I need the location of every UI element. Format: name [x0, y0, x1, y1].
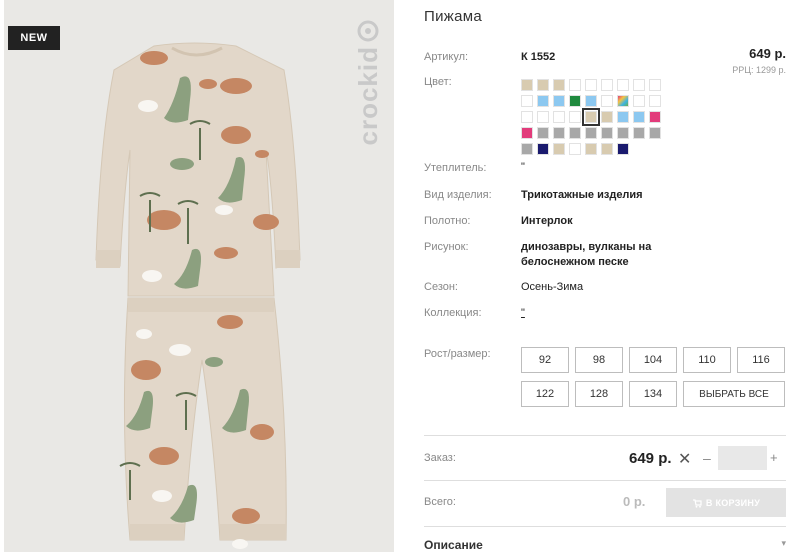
fabric-label: Полотно: [424, 215, 471, 227]
color-swatch[interactable] [553, 111, 565, 123]
color-swatch[interactable] [617, 79, 629, 91]
color-swatch[interactable] [537, 127, 549, 139]
divider [424, 480, 786, 481]
color-swatch[interactable] [649, 127, 661, 139]
total-label: Всего: [424, 496, 456, 508]
size-selector: 92 98 104 110 116 122 128 134 ВЫБРАТЬ ВСЕ [521, 347, 785, 407]
cart-icon [692, 498, 702, 508]
description-heading[interactable]: Описание [424, 538, 483, 552]
pattern-value-line2: белоснежном песке [521, 256, 629, 268]
color-swatch[interactable] [569, 143, 581, 155]
color-swatch[interactable] [633, 127, 645, 139]
pattern-label: Рисунок: [424, 241, 469, 253]
new-badge: NEW [8, 26, 60, 50]
color-swatch[interactable] [553, 143, 565, 155]
chevron-down-icon[interactable]: ▾ [781, 538, 786, 549]
color-swatch[interactable] [649, 111, 661, 123]
divider [424, 435, 786, 436]
color-swatch[interactable] [617, 95, 629, 107]
divider [424, 526, 786, 527]
brand-text: crockid [353, 46, 383, 146]
color-swatch[interactable] [649, 79, 661, 91]
size-option[interactable]: 122 [521, 381, 569, 407]
brand-watermark: crockid [353, 20, 383, 160]
pajama-image [95, 42, 301, 549]
color-swatch[interactable] [601, 111, 613, 123]
collection-label: Коллекция: [424, 307, 482, 319]
rrp-price: РРЦ: 1299 р. [732, 65, 786, 75]
sku-label: Артикул: [424, 51, 469, 63]
color-label: Цвет: [424, 76, 452, 88]
color-swatch[interactable] [521, 111, 533, 123]
color-swatch[interactable] [521, 143, 533, 155]
qty-plus-button[interactable]: + [770, 450, 778, 465]
color-swatch[interactable] [569, 127, 581, 139]
size-option[interactable]: 128 [575, 381, 623, 407]
size-option[interactable]: 92 [521, 347, 569, 373]
collection-value[interactable]: " [521, 306, 525, 321]
size-option[interactable]: 104 [629, 347, 677, 373]
color-swatch[interactable] [585, 143, 597, 155]
add-to-cart-button[interactable]: В КОРЗИНУ [666, 488, 786, 517]
color-swatch[interactable] [553, 79, 565, 91]
color-swatch[interactable] [633, 111, 645, 123]
total-value: 0 р. [623, 494, 646, 509]
product-info: Пижама Артикул: К 1552 649 р. РРЦ: 1299 … [424, 0, 786, 552]
color-swatch[interactable] [633, 95, 645, 107]
color-swatch[interactable] [601, 127, 613, 139]
size-option[interactable]: 110 [683, 347, 731, 373]
color-swatch[interactable] [537, 111, 549, 123]
crockid-logo-icon [357, 20, 379, 42]
size-option[interactable]: 116 [737, 347, 785, 373]
color-swatch[interactable] [601, 143, 613, 155]
color-swatch[interactable] [585, 79, 597, 91]
color-swatch[interactable] [521, 79, 533, 91]
qty-minus-button[interactable]: – [703, 450, 711, 466]
size-label: Рост/размер: [424, 348, 491, 360]
filler-value: " [521, 161, 525, 173]
color-swatch[interactable] [601, 95, 613, 107]
filler-label: Утеплитель: [424, 162, 487, 174]
product-photo[interactable]: NEW crockid [4, 0, 394, 552]
color-swatches [521, 79, 665, 155]
add-to-cart-label: В КОРЗИНУ [705, 497, 761, 508]
color-swatch[interactable] [649, 95, 661, 107]
select-all-sizes-button[interactable]: ВЫБРАТЬ ВСЕ [683, 381, 785, 407]
color-swatch[interactable] [537, 79, 549, 91]
color-swatch[interactable] [553, 127, 565, 139]
color-swatch[interactable] [553, 95, 565, 107]
size-option[interactable]: 134 [629, 381, 677, 407]
close-icon[interactable]: ✕ [678, 449, 691, 469]
size-option[interactable]: 98 [575, 347, 623, 373]
color-swatch[interactable] [633, 79, 645, 91]
quantity-input[interactable] [718, 446, 767, 470]
color-swatch[interactable] [537, 143, 549, 155]
type-value: Трикотажные изделия [521, 189, 643, 201]
season-value: Осень-Зима [521, 281, 584, 293]
type-label: Вид изделия: [424, 189, 492, 201]
pattern-value-line1: динозавры, вулканы на [521, 241, 652, 253]
product-price: 649 р. [749, 46, 786, 61]
color-swatch[interactable] [585, 95, 597, 107]
fabric-value: Интерлок [521, 215, 573, 227]
color-swatch[interactable] [569, 79, 581, 91]
order-label: Заказ: [424, 452, 456, 464]
order-price: 649 р. [629, 450, 672, 467]
color-swatch[interactable] [569, 95, 581, 107]
color-swatch[interactable] [582, 108, 600, 126]
product-title: Пижама [424, 8, 482, 25]
color-swatch[interactable] [537, 95, 549, 107]
color-swatch[interactable] [617, 111, 629, 123]
color-swatch[interactable] [585, 127, 597, 139]
color-swatch[interactable] [569, 111, 581, 123]
sku-value: К 1552 [521, 51, 556, 63]
color-swatch[interactable] [617, 127, 629, 139]
color-swatch[interactable] [601, 79, 613, 91]
color-swatch[interactable] [617, 143, 629, 155]
season-label: Сезон: [424, 281, 458, 293]
color-swatch[interactable] [521, 127, 533, 139]
color-swatch[interactable] [521, 95, 533, 107]
